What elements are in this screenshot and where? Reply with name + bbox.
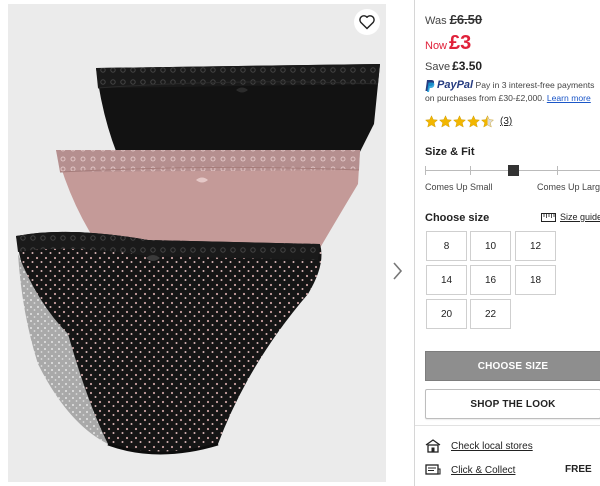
size-option-18[interactable]: 18 xyxy=(515,265,556,295)
learn-more-link[interactable]: Learn more xyxy=(547,93,591,103)
chevron-right-icon xyxy=(393,262,403,280)
product-gallery xyxy=(0,0,410,486)
star-icon xyxy=(439,115,452,128)
size-option-22[interactable]: 22 xyxy=(470,299,511,329)
fit-scale-tick xyxy=(557,166,558,175)
click-collect-row[interactable]: Click & Collect xyxy=(425,463,515,477)
size-option-14[interactable]: 14 xyxy=(426,265,467,295)
click-collect-link[interactable]: Click & Collect xyxy=(451,465,515,476)
was-label: Was xyxy=(425,15,447,27)
star-rating[interactable]: (3) xyxy=(425,115,512,128)
click-collect-icon xyxy=(425,464,441,475)
briefs-illustration xyxy=(16,64,380,455)
shop-the-look-button[interactable]: SHOP THE LOOK xyxy=(425,389,600,419)
click-collect-price: FREE xyxy=(565,464,592,475)
paypal-message: PayPal Pay in 3 interest-free payments o… xyxy=(425,79,600,105)
star-icon xyxy=(453,115,466,128)
check-local-stores-link[interactable]: Check local stores xyxy=(451,441,533,452)
choose-size-title: Choose size xyxy=(425,212,490,224)
size-guide-label: Size guide xyxy=(560,212,600,222)
save-label: Save xyxy=(425,61,451,73)
check-local-stores-row[interactable]: Check local stores xyxy=(425,439,533,453)
paypal-line2: on purchases from £30-£2,000. xyxy=(425,93,545,103)
choose-size-button[interactable]: CHOOSE SIZE xyxy=(425,351,600,381)
store-icon xyxy=(425,439,441,453)
save-value: £3.50 xyxy=(452,59,483,73)
product-details-panel: Was £6.50 Now £3 Save £3.50 PayPal Pay in 3… xyxy=(414,0,600,486)
now-label: Now xyxy=(425,40,448,52)
now-price: Now £3 xyxy=(425,32,471,55)
ruler-icon xyxy=(541,212,556,222)
paypal-icon xyxy=(425,79,435,92)
review-count-link[interactable]: (3) xyxy=(500,116,512,127)
was-price-value: £6.50 xyxy=(449,12,483,27)
product-image[interactable] xyxy=(8,4,386,482)
was-price: Was £6.50 xyxy=(425,12,482,27)
star-icon xyxy=(481,115,494,128)
heart-icon xyxy=(359,15,375,30)
save-amount: Save £3.50 xyxy=(425,59,482,73)
fit-scale-tick xyxy=(470,166,471,175)
now-price-value: £3 xyxy=(449,32,472,54)
section-divider xyxy=(415,425,600,426)
size-guide-link[interactable]: Size guide xyxy=(541,212,600,222)
size-fit-title: Size & Fit xyxy=(425,146,475,158)
star-icon xyxy=(425,115,438,128)
paypal-brand: PayPal xyxy=(437,79,474,91)
size-option-8[interactable]: 8 xyxy=(426,231,467,261)
star-icon xyxy=(467,115,480,128)
next-image-button[interactable] xyxy=(390,258,406,284)
stars-group xyxy=(425,115,494,128)
paypal-line1: Pay in 3 interest-free payments xyxy=(475,80,595,90)
fit-scale-marker xyxy=(508,165,519,176)
size-option-12[interactable]: 12 xyxy=(515,231,556,261)
size-option-16[interactable]: 16 xyxy=(470,265,511,295)
fit-small-label: Comes Up Small xyxy=(425,182,493,192)
size-option-10[interactable]: 10 xyxy=(470,231,511,261)
fit-scale-tick xyxy=(425,166,426,175)
size-option-20[interactable]: 20 xyxy=(426,299,467,329)
wishlist-button[interactable] xyxy=(354,9,380,35)
fit-large-label: Comes Up Large xyxy=(537,182,600,192)
